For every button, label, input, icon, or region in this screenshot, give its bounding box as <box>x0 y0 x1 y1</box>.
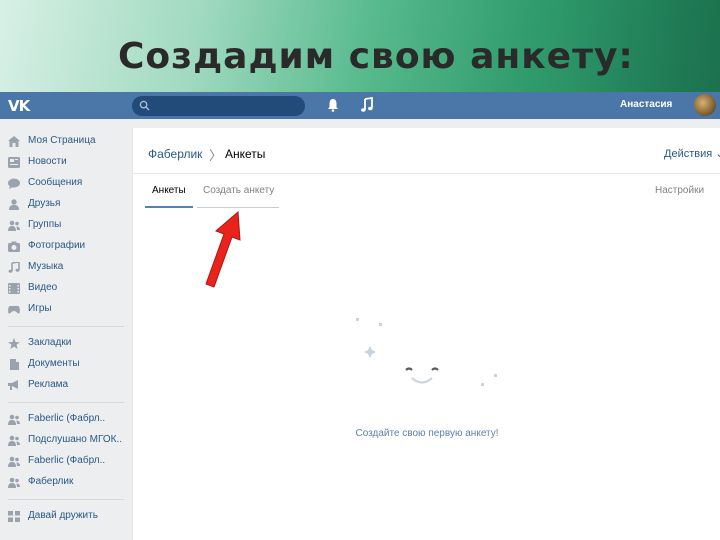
main-content-card: Фаберлик 〉 Анкеты Действия ⌄ Анкеты Созд… <box>132 128 720 540</box>
sidebar-item-label: Закладки <box>28 337 72 348</box>
document-icon <box>10 359 19 370</box>
video-icon <box>8 283 20 294</box>
community-icon <box>8 477 20 488</box>
sidebar-item-groups[interactable]: Группы <box>0 215 128 236</box>
sidebar-divider <box>8 326 124 327</box>
sidebar-item-label: Подслушано МГОК.. <box>28 434 122 445</box>
sidebar-item-label: Документы <box>28 358 80 369</box>
tab-forms[interactable]: Анкеты <box>152 185 186 196</box>
tab-underline <box>197 207 279 208</box>
community-icon <box>8 414 20 425</box>
avatar[interactable] <box>694 94 716 116</box>
sidebar-item-label: Реклама <box>28 379 69 390</box>
sidebar-item-community-1[interactable]: Faberlic (Фабрл.. <box>0 409 128 430</box>
top-header-bar: VK Анастасия <box>0 92 720 119</box>
gamepad-icon <box>8 306 20 314</box>
sidebar-item-video[interactable]: Видео <box>0 278 128 299</box>
search-input[interactable] <box>132 96 305 116</box>
news-icon <box>8 157 20 168</box>
sidebar-item-community-2[interactable]: Подслушано МГОК.. <box>0 430 128 451</box>
groups-icon <box>8 220 20 231</box>
breadcrumb-parent[interactable]: Фаберлик <box>148 147 202 161</box>
messages-icon <box>8 178 20 189</box>
bell-icon[interactable] <box>327 98 339 112</box>
megaphone-icon <box>8 380 18 390</box>
red-arrow-icon <box>205 210 241 288</box>
sidebar-divider <box>8 402 124 403</box>
sidebar-item-my-page[interactable]: Моя Страница <box>0 131 128 152</box>
sidebar-item-messages[interactable]: Сообщения <box>0 173 128 194</box>
friends-icon <box>9 199 19 210</box>
vk-logo[interactable]: VK <box>8 98 32 114</box>
sidebar-item-label: Друзья <box>28 198 61 209</box>
sidebar-item-label: Фотографии <box>28 240 86 251</box>
search-icon <box>139 100 150 111</box>
tab-create-form[interactable]: Создать анкету <box>203 185 274 196</box>
sidebar-item-documents[interactable]: Документы <box>0 354 128 375</box>
sidebar-item-label: Новости <box>28 156 67 167</box>
sidebar-item-label: Сообщения <box>28 177 83 188</box>
community-icon <box>8 435 20 446</box>
sidebar-item-news[interactable]: Новости <box>0 152 128 173</box>
sidebar-item-label: Группы <box>28 219 62 230</box>
user-name[interactable]: Анастасия <box>620 99 672 110</box>
empty-state-illustration-icon <box>356 318 497 386</box>
sidebar-item-label: Faberlic (Фабрл.. <box>28 455 106 466</box>
slide-title: Создадим свою анкету: <box>118 36 634 77</box>
sidebar-item-label: Видео <box>28 282 58 293</box>
star-icon <box>8 338 20 349</box>
sidebar-item-label: Давай дружить <box>28 510 98 521</box>
settings-link[interactable]: Настройки <box>655 185 704 196</box>
home-icon <box>8 136 20 147</box>
apps-icon <box>8 511 20 522</box>
empty-state-message: Создайте свою первую анкету! <box>355 428 499 439</box>
tab-bar: Анкеты Создать анкету Настройки <box>133 174 720 208</box>
music-icon[interactable] <box>360 97 374 113</box>
page-title: Анкеты <box>225 147 266 161</box>
sidebar-item-community-3[interactable]: Faberlic (Фабрл.. <box>0 451 128 472</box>
sidebar-item-ads[interactable]: Реклама <box>0 375 128 396</box>
active-tab-indicator <box>145 206 193 208</box>
sidebar-item-music[interactable]: Музыка <box>0 257 128 278</box>
sidebar-item-label: Музыка <box>28 261 64 272</box>
sidebar-item-games[interactable]: Игры <box>0 299 128 320</box>
sidebar-item-label: Faberlic (Фабрл.. <box>28 413 106 424</box>
music-note-icon <box>8 262 20 273</box>
sidebar-item-community-4[interactable]: Фаберлик <box>0 472 128 493</box>
sidebar-divider <box>8 499 124 500</box>
sidebar-item-label: Моя Страница <box>28 135 96 146</box>
actions-dropdown[interactable]: Действия ⌄ <box>664 147 720 160</box>
camera-icon <box>8 241 20 252</box>
sidebar-item-label: Фаберлик <box>28 476 74 487</box>
breadcrumb-separator: 〉 <box>209 148 223 163</box>
card-header: Фаберлик 〉 Анкеты Действия ⌄ <box>133 128 720 174</box>
left-sidebar: Моя Страница Новости Сообщения Друзья Гр… <box>0 131 128 527</box>
sidebar-item-bookmarks[interactable]: Закладки <box>0 333 128 354</box>
community-icon <box>8 456 20 467</box>
sidebar-item-photos[interactable]: Фотографии <box>0 236 128 257</box>
sidebar-item-friends[interactable]: Друзья <box>0 194 128 215</box>
sidebar-item-label: Игры <box>28 303 52 314</box>
sidebar-item-app[interactable]: Давай дружить <box>0 506 128 527</box>
